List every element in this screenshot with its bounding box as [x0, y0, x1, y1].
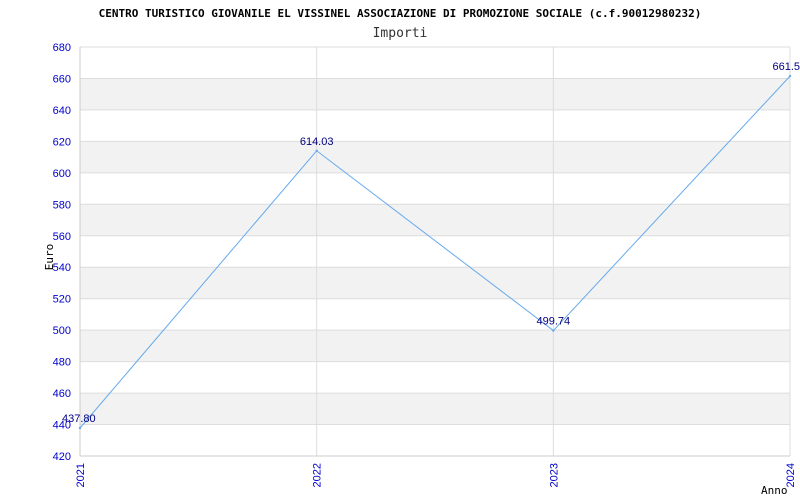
y-tick-label: 420	[53, 451, 71, 463]
y-tick-label: 520	[53, 294, 71, 306]
grid-band	[80, 361, 790, 394]
data-label: 661.5	[772, 61, 800, 73]
x-tick-label: 2023	[548, 463, 560, 487]
y-tick-label: 580	[53, 199, 71, 211]
data-point	[552, 329, 555, 332]
chart-title: CENTRO TURISTICO GIOVANILE EL VISSINEL A…	[99, 7, 702, 20]
data-point	[788, 74, 792, 78]
grid-band	[80, 393, 790, 425]
grid-band	[80, 141, 790, 173]
x-tick-label: 2022	[312, 463, 324, 487]
y-tick-label: 640	[53, 105, 71, 117]
y-tick-label: 600	[53, 168, 71, 180]
x-tick-label: 2021	[75, 463, 87, 487]
data-label: 499.74	[537, 316, 571, 328]
y-tick-label: 460	[53, 388, 71, 400]
data-label: 614.03	[300, 136, 334, 148]
grid-band	[80, 78, 790, 110]
y-tick-label: 680	[53, 42, 71, 54]
data-point	[315, 149, 318, 152]
x-axis-label: Anno	[761, 484, 788, 497]
grid-band	[80, 47, 790, 79]
grid-band	[80, 204, 790, 236]
line-chart: 4204404604805005205405605806006206406606…	[43, 7, 800, 497]
y-tick-label: 660	[53, 73, 71, 85]
y-tick-label: 500	[53, 325, 71, 337]
chart-subtitle: Importi	[373, 26, 428, 41]
y-tick-label: 620	[53, 136, 71, 148]
grid-band	[80, 330, 790, 362]
grid-band	[80, 109, 790, 142]
x-tick-labels: 2021 2022 2023 2024	[75, 463, 797, 487]
y-axis-label: Euro	[43, 244, 56, 271]
grid-band	[80, 424, 790, 456]
y-tick-label: 560	[53, 231, 71, 243]
data-point	[78, 426, 82, 430]
grid-band	[80, 172, 790, 205]
y-tick-label: 480	[53, 357, 71, 369]
grid-bands	[80, 47, 790, 456]
data-label: 437.80	[62, 413, 96, 425]
grid-band	[80, 267, 790, 299]
